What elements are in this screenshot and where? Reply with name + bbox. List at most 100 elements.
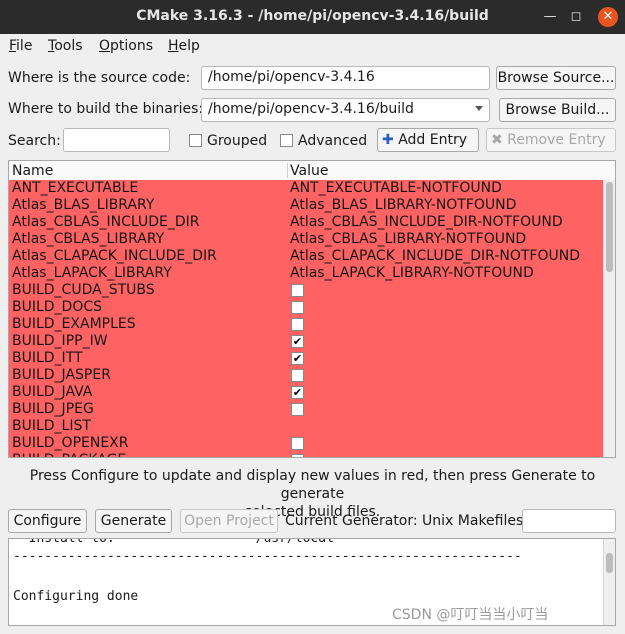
table-row[interactable]: BUILD_JPEG <box>9 401 603 418</box>
generator-label: Current Generator: Unix Makefiles <box>285 513 524 529</box>
table-row[interactable]: BUILD_DOCS <box>9 299 603 316</box>
table-row[interactable]: BUILD_JASPER <box>9 367 603 384</box>
table-row[interactable]: ANT_EXECUTABLE ANT_EXECUTABLE-NOTFOUND <box>9 180 603 197</box>
plus-icon: ✚ <box>382 132 394 148</box>
search-input[interactable] <box>63 128 170 152</box>
configure-button[interactable]: Configure <box>8 509 87 533</box>
table-row[interactable]: Atlas_LAPACK_LIBRARY Atlas_LAPACK_LIBRARY… <box>9 265 603 282</box>
source-label: Where is the source code: <box>8 70 191 86</box>
table-header: Name Value <box>9 161 615 181</box>
row-value[interactable]: Atlas_LAPACK_LIBRARY-NOTFOUND <box>290 265 534 282</box>
row-name: BUILD_DOCS <box>12 299 103 315</box>
advanced-checkbox[interactable] <box>280 134 293 147</box>
watermark: CSDN @叮叮当当小叮当 <box>392 607 549 623</box>
maximize-icon[interactable]: ◻ <box>566 7 586 27</box>
table-row[interactable]: Atlas_CBLAS_LIBRARY Atlas_CBLAS_LIBRARY-N… <box>9 231 603 248</box>
checked-checkbox[interactable]: ✔ <box>291 335 304 348</box>
output-scrollbar[interactable] <box>603 539 615 625</box>
add-entry-button[interactable]: ✚ Add Entry <box>377 128 479 152</box>
row-value[interactable]: Atlas_CLAPACK_INCLUDE_DIR-NOTFOUND <box>290 248 580 265</box>
cache-table: Name Value ANT_EXECUTABLE ANT_EXECUTABLE-… <box>8 160 616 458</box>
row-name: ANT_EXECUTABLE <box>12 180 139 196</box>
row-name: BUILD_EXAMPLES <box>12 316 136 332</box>
column-divider <box>287 163 288 178</box>
source-path-input[interactable]: /home/pi/opencv-3.4.16 <box>201 66 490 90</box>
menu-help[interactable]: Help <box>168 38 200 54</box>
column-header-name[interactable]: Name <box>12 163 53 179</box>
close-icon[interactable]: ✕ <box>598 7 618 27</box>
grouped-checkbox[interactable] <box>189 134 202 147</box>
checked-checkbox[interactable]: ✔ <box>291 454 304 457</box>
open-project-button[interactable]: Open Project <box>180 509 278 533</box>
table-row[interactable]: Atlas_CLAPACK_INCLUDE_DIR Atlas_CLAPACK_I… <box>9 248 603 265</box>
row-name: BUILD_IPP_IW <box>12 333 108 349</box>
binaries-path-value: /home/pi/opencv-3.4.16/build <box>208 101 414 117</box>
row-name: BUILD_JAVA <box>12 384 93 400</box>
output-line: Configuring done <box>13 589 139 604</box>
minimize-icon[interactable]: — <box>540 7 560 27</box>
table-row[interactable]: Atlas_CBLAS_INCLUDE_DIR Atlas_CBLAS_INCLU… <box>9 214 603 231</box>
output-line: ----------------------------------------… <box>13 549 522 564</box>
scrollbar-thumb[interactable] <box>606 182 613 272</box>
table-row[interactable]: BUILD_OPENEXR <box>9 435 603 452</box>
row-value[interactable]: Atlas_BLAS_LIBRARY-NOTFOUND <box>290 197 516 214</box>
column-header-value[interactable]: Value <box>290 163 328 179</box>
grouped-label: Grouped <box>207 133 268 149</box>
table-scrollbar[interactable] <box>603 180 615 457</box>
generate-button[interactable]: Generate <box>95 509 172 533</box>
unchecked-checkbox[interactable] <box>291 318 304 331</box>
row-name: BUILD_LIST <box>12 418 91 434</box>
menu-bar: File Tools Options Help <box>0 34 625 58</box>
menu-options[interactable]: Options <box>99 38 153 54</box>
unchecked-checkbox[interactable] <box>291 369 304 382</box>
table-body: ANT_EXECUTABLE ANT_EXECUTABLE-NOTFOUND Atl… <box>9 180 603 457</box>
row-name: Atlas_CBLAS_INCLUDE_DIR <box>12 214 200 230</box>
checked-checkbox[interactable]: ✔ <box>291 352 304 365</box>
search-label: Search: <box>8 133 61 149</box>
table-row[interactable]: BUILD_PACKAGE ✔ <box>9 452 603 457</box>
output-line: Install to: /usr/local <box>13 538 334 546</box>
table-row[interactable]: BUILD_EXAMPLES <box>9 316 603 333</box>
table-row[interactable]: BUILD_CUDA_STUBS <box>9 282 603 299</box>
unchecked-checkbox[interactable] <box>291 284 304 297</box>
binaries-label: Where to build the binaries: <box>8 101 204 117</box>
row-name: Atlas_CBLAS_LIBRARY <box>12 231 165 247</box>
title-bar: CMake 3.16.3 - /home/pi/opencv-3.4.16/bu… <box>0 0 625 34</box>
browse-source-button[interactable]: Browse Source... <box>496 66 616 90</box>
row-value[interactable]: Atlas_CBLAS_LIBRARY-NOTFOUND <box>290 231 526 248</box>
checked-checkbox[interactable]: ✔ <box>291 386 304 399</box>
table-row[interactable]: BUILD_IPP_IW ✔ <box>9 333 603 350</box>
remove-entry-label: Remove Entry <box>507 132 606 148</box>
add-entry-label: Add Entry <box>398 132 467 148</box>
unchecked-checkbox[interactable] <box>291 437 304 450</box>
row-name: BUILD_JASPER <box>12 367 111 383</box>
generator-input[interactable] <box>522 509 616 533</box>
row-name: BUILD_CUDA_STUBS <box>12 282 155 298</box>
row-name: Atlas_LAPACK_LIBRARY <box>12 265 172 281</box>
table-row[interactable]: BUILD_JAVA ✔ <box>9 384 603 401</box>
table-row[interactable]: BUILD_ITT ✔ <box>9 350 603 367</box>
row-name: BUILD_ITT <box>12 350 83 366</box>
binaries-path-combobox[interactable]: /home/pi/opencv-3.4.16/build <box>201 98 490 122</box>
advanced-label: Advanced <box>298 133 368 149</box>
unchecked-checkbox[interactable] <box>291 301 304 314</box>
remove-entry-button[interactable]: ✖ Remove Entry <box>486 128 616 152</box>
row-value[interactable]: ANT_EXECUTABLE-NOTFOUND <box>290 180 502 197</box>
row-name: Atlas_BLAS_LIBRARY <box>12 197 155 213</box>
table-row[interactable]: BUILD_LIST <box>9 418 603 435</box>
window-title: CMake 3.16.3 - /home/pi/opencv-3.4.16/bu… <box>136 8 489 24</box>
scrollbar-thumb[interactable] <box>606 553 613 573</box>
unchecked-checkbox[interactable] <box>291 403 304 416</box>
remove-icon: ✖ <box>491 132 503 148</box>
menu-tools[interactable]: Tools <box>48 38 83 54</box>
row-name: BUILD_JPEG <box>12 401 94 417</box>
row-name: BUILD_PACKAGE <box>12 452 126 457</box>
chevron-down-icon[interactable] <box>475 106 483 111</box>
row-name: Atlas_CLAPACK_INCLUDE_DIR <box>12 248 217 264</box>
table-row[interactable]: Atlas_BLAS_LIBRARY Atlas_BLAS_LIBRARY-NOT… <box>9 197 603 214</box>
row-name: BUILD_OPENEXR <box>12 435 129 451</box>
browse-build-button[interactable]: Browse Build... <box>499 98 616 122</box>
menu-file[interactable]: File <box>9 38 32 54</box>
row-value[interactable]: Atlas_CBLAS_INCLUDE_DIR-NOTFOUND <box>290 214 563 231</box>
status-message-line1: Press Configure to update and display ne… <box>29 468 596 502</box>
